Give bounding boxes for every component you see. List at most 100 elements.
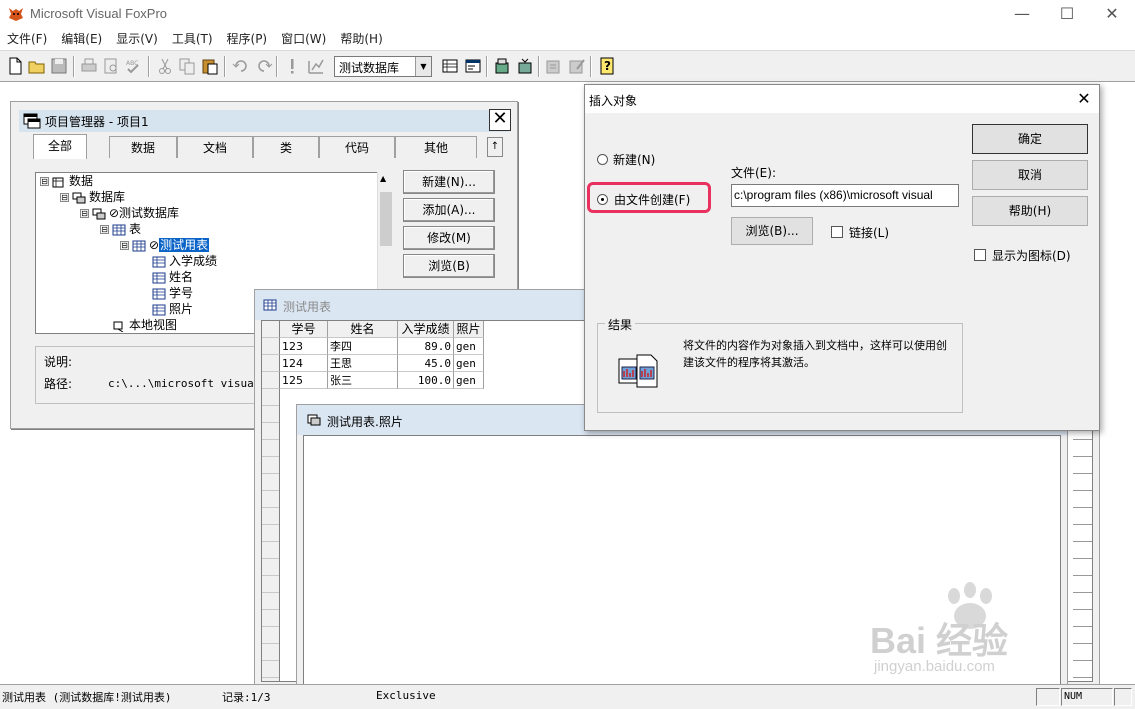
report-wizard-icon[interactable] bbox=[543, 55, 565, 77]
table-cell[interactable]: 李四 bbox=[328, 338, 398, 355]
form-wizard-icon[interactable] bbox=[514, 55, 536, 77]
help-button[interactable]: 帮助(H) bbox=[972, 196, 1088, 226]
chevron-down-icon[interactable]: ▼ bbox=[415, 57, 431, 76]
menu-program[interactable]: 程序(P) bbox=[220, 28, 275, 50]
help-icon[interactable]: ? bbox=[596, 55, 618, 77]
minimize-button[interactable]: — bbox=[999, 0, 1045, 28]
close-button[interactable]: ✕ bbox=[1089, 0, 1135, 28]
table-cell[interactable]: 王思 bbox=[328, 355, 398, 372]
save-icon[interactable] bbox=[48, 55, 70, 77]
tree-item-test-database[interactable]: ⊟ ⊘测试数据库 bbox=[80, 205, 179, 221]
cut-icon[interactable] bbox=[154, 55, 176, 77]
scrollbar-thumb[interactable] bbox=[380, 192, 392, 246]
table-cell[interactable]: 124 bbox=[280, 355, 328, 372]
menu-tools[interactable]: 工具(T) bbox=[165, 28, 220, 50]
tree-item-label: 本地视图 bbox=[129, 318, 178, 332]
modify-form-icon[interactable] bbox=[305, 55, 327, 77]
browse-file-button[interactable]: 浏览(B)... bbox=[731, 217, 813, 245]
column-header-name[interactable]: 姓名 bbox=[328, 321, 398, 338]
tab-classes[interactable]: 类 bbox=[253, 136, 319, 158]
menu-edit[interactable]: 编辑(E) bbox=[54, 28, 109, 50]
project-manager-title-bar[interactable]: 项目管理器 - 项目1 bbox=[19, 110, 509, 132]
new-file-icon[interactable] bbox=[4, 55, 26, 77]
tree-item-databases[interactable]: ⊟ 数据库 bbox=[60, 189, 125, 205]
column-header-id[interactable]: 学号 bbox=[280, 321, 328, 338]
scroll-up-icon[interactable]: ▲ bbox=[380, 174, 386, 183]
tree-item-field-name[interactable]: 姓名 bbox=[152, 269, 193, 285]
tab-scroll-up-icon[interactable]: ↑ bbox=[487, 137, 503, 157]
radio-new[interactable] bbox=[597, 154, 608, 165]
modify-button[interactable]: 修改(M) bbox=[403, 226, 495, 250]
menu-help[interactable]: 帮助(H) bbox=[333, 28, 389, 50]
row-selector[interactable] bbox=[262, 372, 280, 389]
database-window-icon[interactable] bbox=[439, 55, 461, 77]
tab-data[interactable]: 数据 bbox=[109, 136, 177, 158]
collapse-icon[interactable]: ⊟ bbox=[80, 209, 89, 218]
browse-button[interactable]: 浏览(B) bbox=[403, 254, 495, 278]
tree-item-field-photo[interactable]: 照片 bbox=[152, 301, 193, 317]
close-icon[interactable]: ✕ bbox=[489, 109, 511, 131]
new-button[interactable]: 新建(N)... bbox=[403, 170, 495, 194]
menu-file[interactable]: 文件(F) bbox=[0, 28, 54, 50]
collapse-icon[interactable]: ⊟ bbox=[60, 193, 69, 202]
table-cell[interactable]: 张三 bbox=[328, 372, 398, 389]
show-as-icon-checkbox[interactable] bbox=[974, 249, 986, 261]
tab-documents[interactable]: 文档 bbox=[177, 136, 253, 158]
tree-item-data[interactable]: ⊟ 数据 bbox=[40, 173, 93, 189]
link-label[interactable]: 链接(L) bbox=[849, 224, 889, 241]
table-cell[interactable]: gen bbox=[454, 338, 484, 355]
close-icon[interactable]: ✕ bbox=[1071, 87, 1097, 111]
tree-item-tables[interactable]: ⊟ 表 bbox=[100, 221, 141, 237]
column-header-score[interactable]: 入学成绩 bbox=[398, 321, 454, 338]
tab-code[interactable]: 代码 bbox=[319, 136, 395, 158]
redo-icon[interactable] bbox=[253, 55, 275, 77]
collapse-icon[interactable]: ⊟ bbox=[100, 225, 109, 234]
column-header-photo[interactable]: 照片 bbox=[454, 321, 484, 338]
radio-from-file[interactable] bbox=[597, 194, 608, 205]
print-preview-icon[interactable] bbox=[100, 55, 122, 77]
collapse-icon[interactable]: ⊟ bbox=[40, 177, 49, 186]
watermark-brand: Bai 经验 bbox=[870, 620, 1009, 661]
table-cell[interactable]: 100.0 bbox=[398, 372, 454, 389]
path-value: c:\...\microsoft visual s bbox=[108, 377, 274, 390]
print-icon[interactable] bbox=[78, 55, 100, 77]
file-label: 文件(E): bbox=[731, 166, 776, 180]
radio-new-label[interactable]: 新建(N) bbox=[613, 151, 655, 168]
add-button[interactable]: 添加(A)... bbox=[403, 198, 495, 222]
row-selector[interactable] bbox=[262, 355, 280, 372]
edit-report-icon[interactable] bbox=[566, 55, 588, 77]
cancel-button[interactable]: 取消 bbox=[972, 160, 1088, 190]
table-cell[interactable]: gen bbox=[454, 355, 484, 372]
tree-item-field-id[interactable]: 学号 bbox=[152, 285, 193, 301]
table-cell[interactable]: gen bbox=[454, 372, 484, 389]
tree-item-local-views[interactable]: 本地视图 bbox=[112, 317, 177, 333]
tab-other[interactable]: 其他 bbox=[395, 136, 477, 158]
link-checkbox[interactable] bbox=[831, 226, 843, 238]
copy-icon[interactable] bbox=[176, 55, 198, 77]
command-window-icon[interactable] bbox=[462, 55, 484, 77]
radio-from-file-label[interactable]: 由文件创建(F) bbox=[614, 191, 690, 208]
file-path-input[interactable]: c:\program files (x86)\microsoft visual bbox=[731, 184, 959, 207]
tree-item-field-score[interactable]: 入学成绩 bbox=[152, 253, 217, 269]
table-cell[interactable]: 89.0 bbox=[398, 338, 454, 355]
collapse-icon[interactable]: ⊟ bbox=[120, 241, 129, 250]
dialog-title-bar[interactable]: 插入对象 ✕ bbox=[585, 85, 1099, 113]
table-cell[interactable]: 45.0 bbox=[398, 355, 454, 372]
tree-item-test-table[interactable]: ⊟ ⊘测试用表 bbox=[120, 237, 210, 253]
table-cell[interactable]: 125 bbox=[280, 372, 328, 389]
show-as-icon-label[interactable]: 显示为图标(D) bbox=[992, 247, 1071, 264]
table-cell[interactable]: 123 bbox=[280, 338, 328, 355]
menu-window[interactable]: 窗口(W) bbox=[274, 28, 333, 50]
maximize-button[interactable]: ☐ bbox=[1044, 0, 1090, 28]
data-session-icon[interactable] bbox=[491, 55, 513, 77]
spell-check-icon[interactable]: ABC bbox=[122, 55, 144, 77]
open-folder-icon[interactable] bbox=[26, 55, 48, 77]
menu-view[interactable]: 显示(V) bbox=[109, 28, 165, 50]
database-combo[interactable]: 测试数据库 ▼ bbox=[334, 56, 432, 77]
undo-icon[interactable] bbox=[230, 55, 252, 77]
paste-icon[interactable] bbox=[199, 55, 221, 77]
row-selector[interactable] bbox=[262, 338, 280, 355]
tab-all[interactable]: 全部 bbox=[33, 134, 87, 159]
ok-button[interactable]: 确定 bbox=[972, 124, 1088, 154]
run-icon[interactable] bbox=[281, 55, 303, 77]
